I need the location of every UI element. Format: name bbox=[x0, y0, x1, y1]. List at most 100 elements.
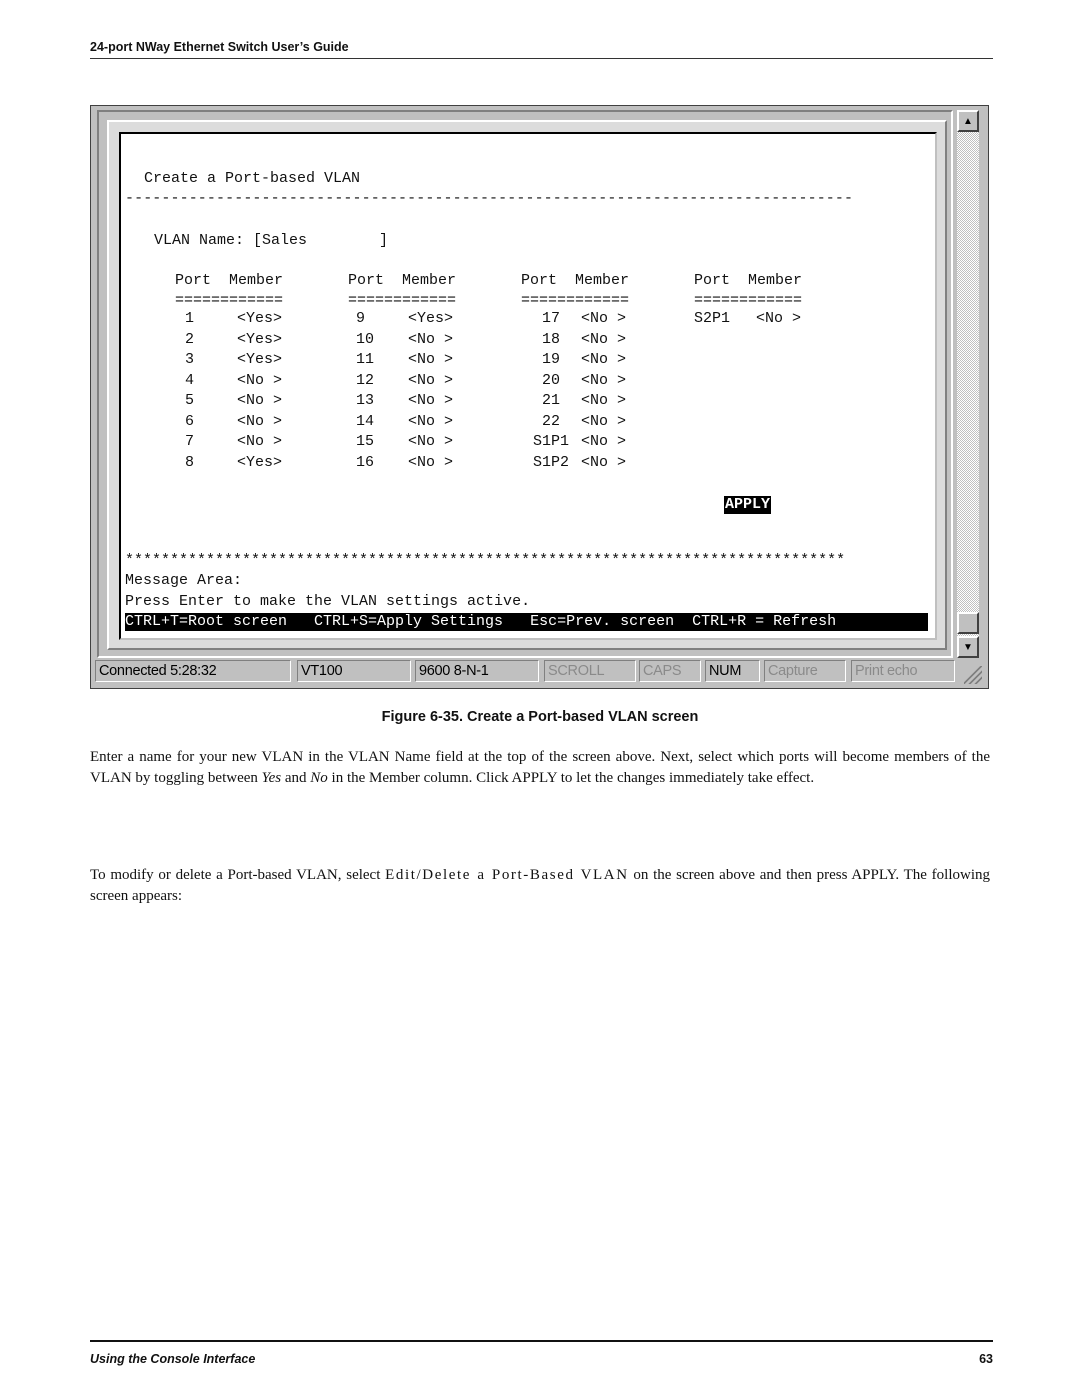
port-column-4: Port Member ============ S2P1 <No > bbox=[694, 272, 802, 331]
no-emphasis: No bbox=[310, 770, 328, 786]
port-row: 16 <No > bbox=[348, 454, 456, 475]
member-toggle[interactable]: <Yes> bbox=[237, 351, 282, 372]
member-toggle[interactable]: <No > bbox=[237, 433, 282, 454]
member-toggle[interactable]: <No > bbox=[237, 372, 282, 393]
status-scroll: SCROLL bbox=[544, 660, 636, 682]
page-footer: Using the Console Interface 63 bbox=[90, 1340, 993, 1366]
member-toggle[interactable]: <No > bbox=[408, 413, 453, 434]
port-row: 22 <No > bbox=[521, 413, 629, 434]
port-row: 14 <No > bbox=[348, 413, 456, 434]
member-toggle[interactable]: <No > bbox=[581, 454, 626, 475]
member-toggle[interactable]: <No > bbox=[581, 310, 626, 331]
scroll-up-button[interactable]: ▲ bbox=[957, 110, 979, 132]
member-toggle[interactable]: <Yes> bbox=[237, 331, 282, 352]
port-number: 11 bbox=[356, 351, 375, 368]
yes-emphasis: Yes bbox=[261, 770, 282, 786]
member-toggle[interactable]: <No > bbox=[581, 372, 626, 393]
status-emulation: VT100 bbox=[297, 660, 411, 682]
port-number: 4 bbox=[185, 371, 195, 389]
status-num: NUM bbox=[705, 660, 760, 682]
footer-section: Using the Console Interface bbox=[90, 1352, 256, 1366]
port-number: 16 bbox=[356, 453, 375, 471]
scroll-down-button[interactable]: ▼ bbox=[957, 636, 979, 658]
port-row: 7 <No > bbox=[175, 433, 283, 454]
arrow-up-icon: ▲ bbox=[963, 115, 973, 127]
port-row: 1 <Yes> bbox=[175, 310, 283, 331]
port-row: 15 <No > bbox=[348, 433, 456, 454]
port-number: S1P1 bbox=[532, 433, 569, 450]
member-toggle[interactable]: <No > bbox=[581, 392, 626, 413]
member-toggle[interactable]: <Yes> bbox=[237, 454, 282, 475]
port-number: 5 bbox=[185, 392, 195, 409]
paragraph-intro: Enter a name for your new VLAN in the VL… bbox=[90, 747, 990, 789]
member-toggle[interactable]: <No > bbox=[408, 331, 453, 352]
port-number: 10 bbox=[356, 330, 375, 348]
status-port-settings: 9600 8-N-1 bbox=[415, 660, 539, 682]
vlan-name-field[interactable]: [Sales ] bbox=[253, 232, 388, 249]
member-toggle[interactable]: <No > bbox=[581, 331, 626, 352]
terminal-bevel: Create a Port-based VLAN ---------------… bbox=[107, 120, 947, 650]
member-toggle[interactable]: <No > bbox=[408, 454, 453, 475]
member-toggle[interactable]: <No > bbox=[237, 392, 282, 413]
message-divider: ****************************************… bbox=[125, 552, 846, 569]
port-number: 19 bbox=[541, 351, 560, 368]
port-number: S2P1 bbox=[694, 310, 731, 327]
paragraph-modify: To modify or delete a Port-based VLAN, s… bbox=[90, 865, 990, 907]
status-caps: CAPS bbox=[639, 660, 701, 682]
port-row: S1P1 <No > bbox=[521, 433, 629, 454]
port-number: 3 bbox=[185, 351, 195, 368]
column-header: Port Member bbox=[694, 272, 803, 289]
port-row: 11 <No > bbox=[348, 351, 456, 372]
terminal-screen[interactable]: Create a Port-based VLAN ---------------… bbox=[119, 132, 937, 640]
member-toggle[interactable]: <No > bbox=[581, 351, 626, 372]
port-row: 21 <No > bbox=[521, 392, 629, 413]
column-header: Port Member bbox=[175, 272, 284, 289]
port-number: 22 bbox=[541, 412, 560, 430]
member-toggle[interactable]: <Yes> bbox=[237, 310, 282, 331]
port-row: 4 <No > bbox=[175, 372, 283, 393]
column-rule: ============ bbox=[348, 292, 457, 309]
port-number: 1 bbox=[185, 310, 195, 327]
port-row: 17 <No > bbox=[521, 310, 629, 331]
port-column-2: Port Member ============ 9 <Yes> 10 <No >11… bbox=[348, 272, 456, 474]
vlan-name-row: VLAN Name: [Sales ] bbox=[154, 232, 388, 250]
member-toggle[interactable]: <No > bbox=[237, 413, 282, 434]
resize-grip-icon[interactable] bbox=[964, 666, 982, 684]
member-toggle[interactable]: <No > bbox=[408, 392, 453, 413]
port-number: 17 bbox=[541, 310, 560, 327]
vlan-name-label: VLAN Name: bbox=[154, 232, 245, 249]
terminal-frame: Create a Port-based VLAN ---------------… bbox=[97, 110, 953, 658]
status-bar: Connected 5:28:32 VT100 9600 8-N-1 SCROL… bbox=[95, 660, 984, 684]
port-number: 12 bbox=[356, 371, 375, 389]
member-toggle[interactable]: <No > bbox=[756, 310, 801, 331]
port-row: 6 <No > bbox=[175, 413, 283, 434]
member-toggle[interactable]: <No > bbox=[581, 433, 626, 454]
vertical-scrollbar[interactable]: ▲ ▼ bbox=[957, 110, 979, 658]
column-header: Port Member bbox=[521, 272, 630, 289]
message-area-label: Message Area: bbox=[125, 572, 243, 589]
guide-title: 24-port NWay Ethernet Switch User’s Guid… bbox=[90, 40, 349, 54]
port-number: 8 bbox=[185, 453, 195, 471]
port-row: 19 <No > bbox=[521, 351, 629, 372]
member-toggle[interactable]: <No > bbox=[408, 372, 453, 393]
paragraph-text: To modify or delete a Port-based VLAN, s… bbox=[90, 867, 386, 883]
menu-item-reference: Edit/Delete a Port-Based VLAN bbox=[385, 867, 629, 883]
port-row: 9 <Yes> bbox=[348, 310, 456, 331]
member-toggle[interactable]: <No > bbox=[581, 413, 626, 434]
page-number: 63 bbox=[979, 1352, 993, 1366]
message-text: Press Enter to make the VLAN settings ac… bbox=[125, 593, 531, 610]
member-toggle[interactable]: <No > bbox=[408, 433, 453, 454]
port-number: 20 bbox=[541, 371, 560, 389]
port-row: S1P2 <No > bbox=[521, 454, 629, 475]
port-number: S1P2 bbox=[532, 453, 569, 471]
port-row: 13 <No > bbox=[348, 392, 456, 413]
apply-button[interactable]: APPLY bbox=[724, 496, 772, 514]
member-toggle[interactable]: <No > bbox=[408, 351, 453, 372]
port-number: 15 bbox=[356, 433, 375, 450]
screen-title: Create a Port-based VLAN bbox=[144, 170, 361, 187]
port-number: 21 bbox=[541, 392, 560, 409]
port-row: 20 <No > bbox=[521, 372, 629, 393]
port-number: 7 bbox=[185, 433, 195, 450]
scroll-thumb[interactable] bbox=[957, 612, 979, 634]
member-toggle[interactable]: <Yes> bbox=[408, 310, 453, 331]
